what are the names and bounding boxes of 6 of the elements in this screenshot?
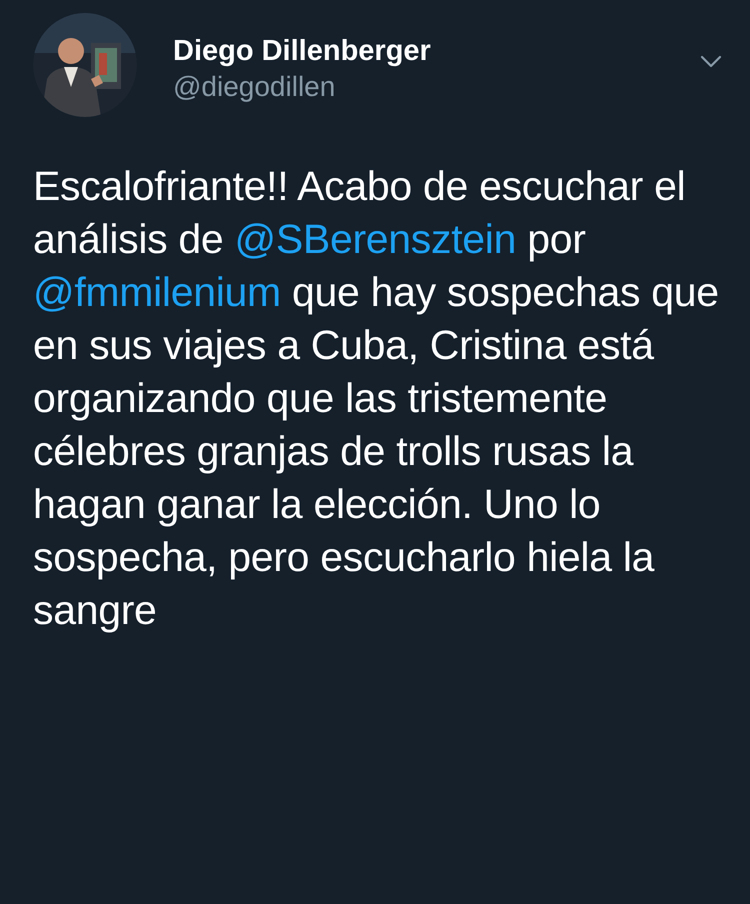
chevron-down-icon[interactable] [700,55,722,69]
author-name[interactable]: Diego Dillenberger [173,33,700,69]
mention-link[interactable]: @fmmilenium [33,269,281,315]
tweet-text: Escalofriante!! Acabo de escuchar el análisis de @SBerensztein por @fmmilenium que hay sospechas que en sus viajes a Cuba, Cristina está organizando que las tristemente célebres granjas de trolls rusas la hagan ganar la elección. Uno lo sospecha, pero escucharlo hiela la sangre [32,162,720,635]
author-handle[interactable]: @diegodillen [173,69,700,105]
mention-link[interactable]: @SBerensztein [234,216,516,262]
